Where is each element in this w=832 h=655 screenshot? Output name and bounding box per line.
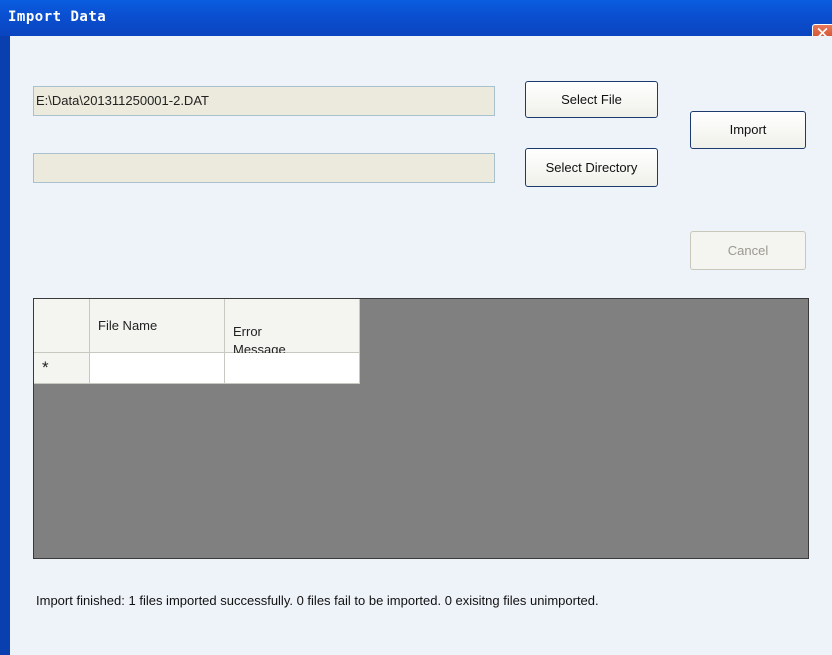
directory-path-field[interactable] bbox=[33, 153, 495, 183]
new-row-marker: * bbox=[42, 358, 49, 377]
title-bar[interactable]: Import Data ✕ bbox=[0, 0, 832, 45]
column-header-error-message[interactable]: Error Message bbox=[225, 299, 360, 357]
status-message: Import finished: 1 files imported succes… bbox=[36, 593, 599, 608]
window-left-border bbox=[0, 36, 10, 655]
import-button[interactable]: Import bbox=[690, 111, 806, 149]
column-header-file-name[interactable]: File Name bbox=[90, 299, 225, 353]
column-header-file-name-label: File Name bbox=[98, 318, 158, 333]
cancel-button[interactable]: Cancel bbox=[690, 231, 806, 270]
file-path-field[interactable]: E:\Data\201311250001-2.DAT bbox=[33, 86, 495, 116]
select-directory-button[interactable]: Select Directory bbox=[525, 148, 658, 187]
import-data-window: Import Data ✕ E:\Data\201311250001-2.DAT… bbox=[0, 0, 832, 655]
results-grid[interactable]: File Name Error Message * bbox=[33, 298, 809, 559]
new-row-header[interactable]: * bbox=[34, 353, 90, 384]
select-file-button[interactable]: Select File bbox=[525, 81, 658, 118]
window-title: Import Data bbox=[8, 9, 107, 25]
new-row-error-message-cell[interactable] bbox=[225, 353, 360, 384]
grid-corner-header[interactable] bbox=[34, 299, 90, 353]
new-row-file-name-cell[interactable] bbox=[90, 353, 225, 384]
file-path-value: E:\Data\201311250001-2.DAT bbox=[36, 93, 209, 108]
